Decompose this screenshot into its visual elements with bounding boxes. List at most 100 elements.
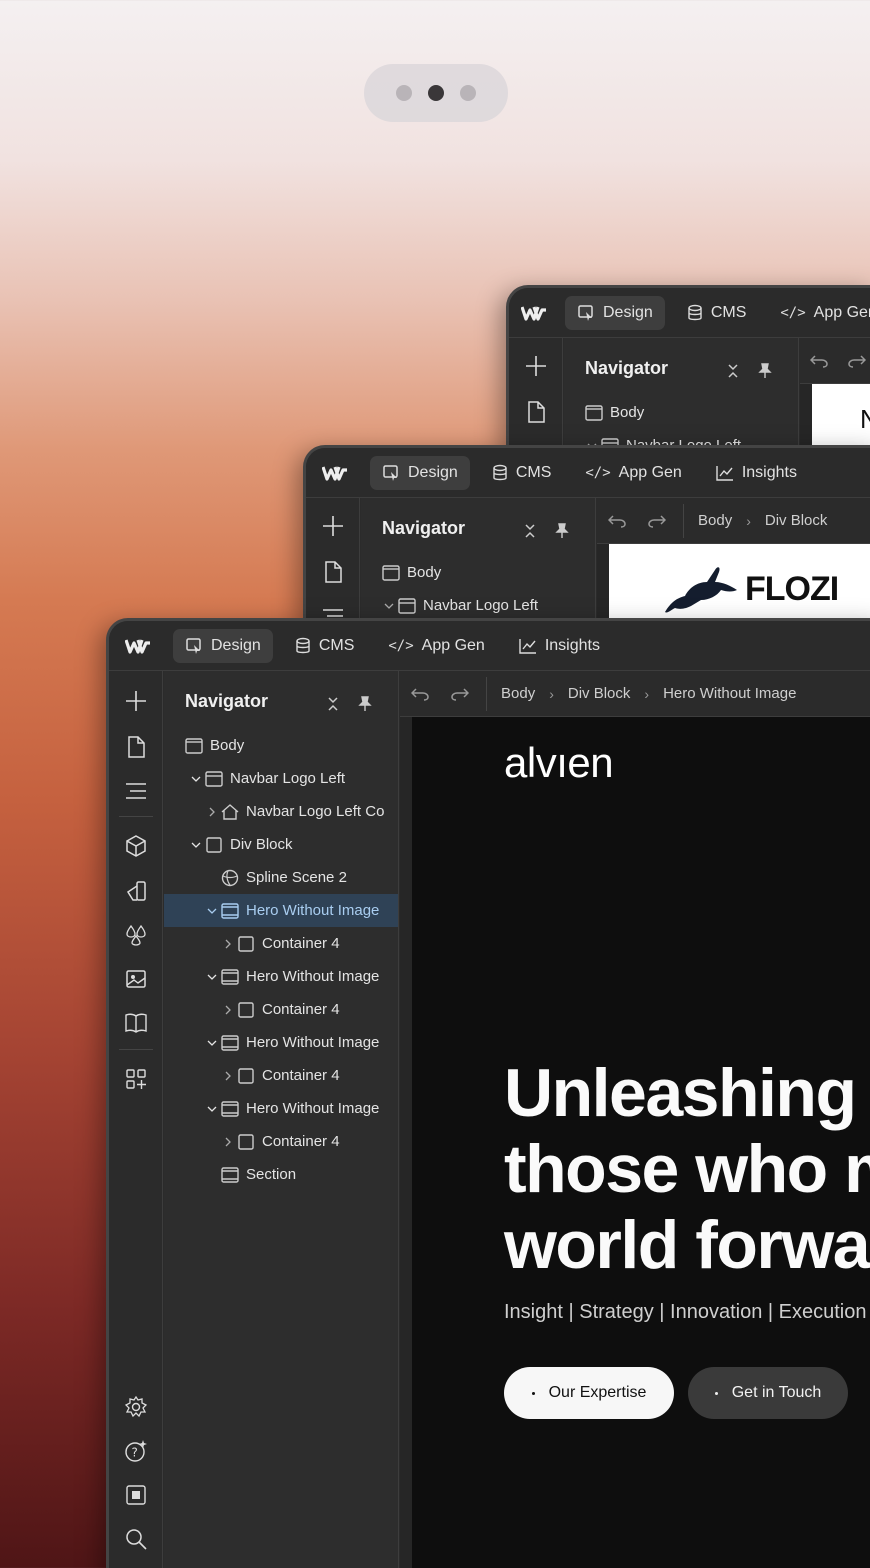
cms-book-icon[interactable] [124, 1011, 148, 1035]
chevron-down-icon[interactable] [205, 1036, 219, 1050]
navigator-panel: Navigator Body Navbar Logo Left [564, 338, 799, 455]
chevron-down-icon[interactable] [189, 772, 203, 786]
tree-row[interactable]: Hero Without Image [164, 894, 398, 927]
redo-icon[interactable] [440, 687, 480, 701]
tree-row[interactable]: Navbar Logo Left [164, 762, 398, 795]
tree-row[interactable]: Hero Without Image [164, 1026, 398, 1059]
page-dot-3[interactable] [460, 85, 476, 101]
undo-icon[interactable] [800, 354, 838, 368]
add-icon[interactable] [124, 689, 148, 713]
section-icon [221, 1034, 239, 1052]
tree-row[interactable]: Body [164, 729, 398, 762]
chevron-down-icon[interactable] [205, 904, 219, 918]
collapse-all-icon[interactable] [724, 362, 742, 380]
chevron-down-icon[interactable] [382, 599, 396, 613]
add-icon[interactable] [321, 514, 345, 538]
page-dot-2-active[interactable] [428, 85, 444, 101]
page-icon[interactable] [321, 560, 345, 584]
tab-insights[interactable]: Insights [507, 629, 612, 663]
webflow-logo-icon[interactable] [521, 302, 547, 324]
navbar-icon [398, 597, 416, 615]
tree-row[interactable]: Navbar Logo Left Co [164, 795, 398, 828]
navigator-title: Navigator [382, 518, 466, 538]
navigator-tree: Body Navbar Logo Left [361, 556, 595, 622]
top-bar: Design CMS </> App Gen Insights [109, 621, 870, 671]
chevron-right-icon: › [644, 685, 650, 702]
tab-design[interactable]: Design [173, 628, 273, 663]
chevron-down-icon[interactable] [205, 1102, 219, 1116]
left-toolbar [306, 498, 360, 625]
our-expertise-button[interactable]: Our Expertise [504, 1367, 674, 1419]
breadcrumb-div-block[interactable]: Div Block [765, 512, 828, 529]
tree-row[interactable]: Div Block [164, 828, 398, 861]
help-icon[interactable]: ? [124, 1439, 148, 1463]
components-cube-icon[interactable] [124, 834, 148, 858]
tab-design[interactable]: Design [565, 295, 665, 330]
tree-row-body[interactable]: Body [361, 556, 595, 589]
editor-window-middle: Design CMS </> App Gen Insights Navigato… [303, 445, 870, 625]
breadcrumb-div-block[interactable]: Div Block [568, 685, 631, 702]
chevron-down-icon[interactable] [189, 838, 203, 852]
page-dot-1[interactable] [396, 85, 412, 101]
pin-icon[interactable] [356, 695, 374, 713]
breadcrumb-hero-without-image[interactable]: Hero Without Image [663, 685, 796, 702]
hero-headline: Unleashing p those who m world forwar [504, 1055, 870, 1283]
variables-drops-icon[interactable] [124, 923, 148, 947]
tab-insights[interactable]: Insights [704, 456, 809, 490]
navigator-icon[interactable] [124, 779, 148, 803]
tab-app-gen[interactable]: </> App Gen [768, 296, 870, 330]
divider [486, 676, 487, 711]
navigator-panel: Navigator Body Navbar Logo Left Navbar Log… [164, 671, 399, 1568]
pin-icon[interactable] [553, 522, 571, 540]
breadcrumb-body[interactable]: Body [698, 512, 732, 529]
tree-row-body[interactable]: Body [564, 396, 798, 429]
tab-cms[interactable]: CMS [283, 629, 367, 663]
tab-app-gen[interactable]: </> App Gen [376, 629, 496, 663]
tree-row[interactable]: Container 4 [164, 993, 398, 1026]
chevron-right-icon[interactable] [221, 937, 235, 951]
get-in-touch-button[interactable]: Get in Touch [688, 1367, 848, 1419]
breadcrumb-bar: Body › Div Block › Hero Without Image [400, 671, 870, 717]
settings-gear-icon[interactable] [124, 1395, 148, 1419]
undo-icon[interactable] [400, 687, 440, 701]
webflow-logo-icon[interactable] [318, 462, 352, 484]
left-toolbar: ? [109, 671, 163, 1568]
redo-icon[interactable] [637, 514, 677, 528]
chevron-right-icon[interactable] [221, 1069, 235, 1083]
tree-row[interactable]: Section [164, 1158, 398, 1191]
collapse-all-icon[interactable] [324, 695, 342, 713]
page-icon[interactable] [524, 400, 548, 424]
stop-square-icon[interactable] [124, 1483, 148, 1507]
chevron-right-icon[interactable] [221, 1135, 235, 1149]
database-icon [493, 464, 507, 480]
tab-app-gen[interactable]: </> App Gen [573, 456, 693, 490]
collapse-all-icon[interactable] [521, 522, 539, 540]
redo-icon[interactable] [838, 354, 870, 368]
tree-row[interactable]: Spline Scene 2 [164, 861, 398, 894]
canvas-area: N [800, 338, 870, 455]
assets-image-icon[interactable] [124, 967, 148, 991]
navigator-title: Navigator [185, 691, 269, 711]
pin-icon[interactable] [756, 362, 774, 380]
search-icon[interactable] [124, 1527, 148, 1551]
chevron-right-icon: › [549, 685, 554, 702]
tree-row-label: Container 4 [262, 1001, 340, 1018]
undo-icon[interactable] [597, 514, 637, 528]
tree-row[interactable]: Container 4 [164, 1059, 398, 1092]
page-icon[interactable] [124, 735, 148, 759]
tree-row[interactable]: Hero Without Image [164, 960, 398, 993]
tab-design[interactable]: Design [370, 455, 470, 490]
chevron-right-icon[interactable] [205, 805, 219, 819]
tab-cms[interactable]: CMS [675, 296, 759, 330]
apps-grid-icon[interactable] [124, 1067, 148, 1091]
breadcrumb-body[interactable]: Body [501, 685, 535, 702]
tab-cms[interactable]: CMS [480, 456, 564, 490]
webflow-logo-icon[interactable] [121, 635, 155, 657]
chevron-down-icon[interactable] [205, 970, 219, 984]
tree-row[interactable]: Container 4 [164, 927, 398, 960]
chevron-right-icon[interactable] [221, 1003, 235, 1017]
style-manager-icon[interactable] [124, 879, 148, 903]
tree-row[interactable]: Hero Without Image [164, 1092, 398, 1125]
tree-row[interactable]: Container 4 [164, 1125, 398, 1158]
add-icon[interactable] [524, 354, 548, 378]
